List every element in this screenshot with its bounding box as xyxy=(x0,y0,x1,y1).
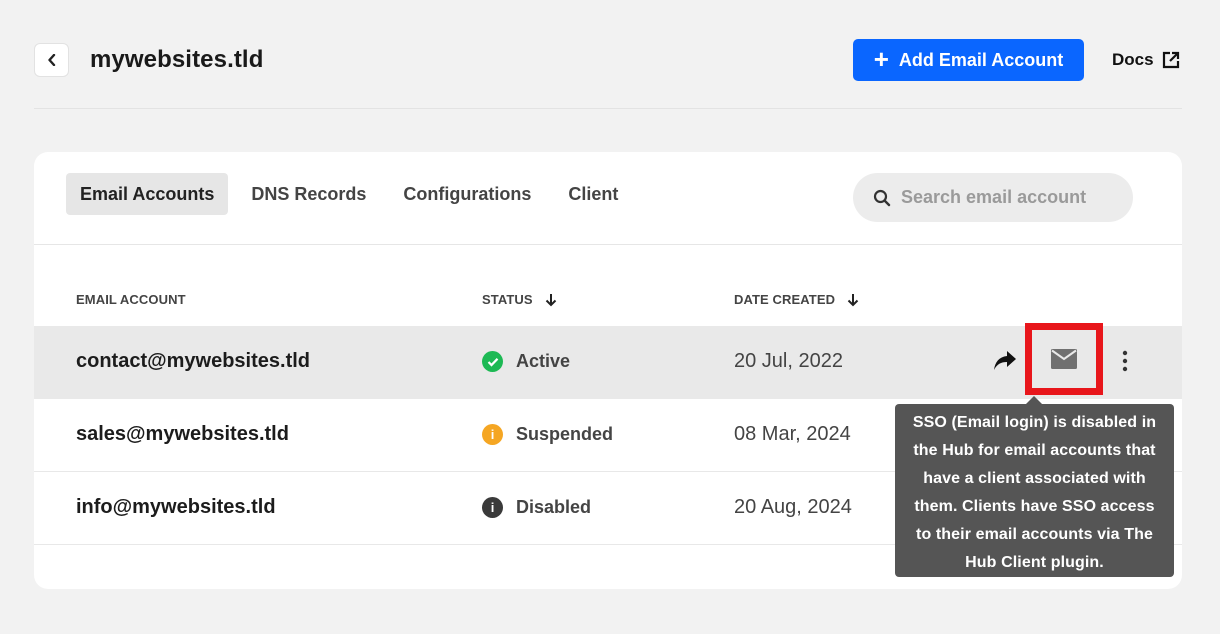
external-link-icon xyxy=(1162,51,1179,69)
table-row[interactable]: contact@mywebsites.tld Active 20 Jul, 20… xyxy=(34,323,1182,399)
tab-bar: Email Accounts DNS Records Configuration… xyxy=(66,173,641,215)
card-divider xyxy=(34,244,1182,245)
status-label: Disabled xyxy=(516,497,592,517)
page-title: mywebsites.tld xyxy=(90,46,264,73)
sort-arrow-down-icon[interactable] xyxy=(545,293,557,307)
status-cell: i Suspended xyxy=(482,424,613,445)
check-circle-icon xyxy=(482,351,503,372)
email-account: info@mywebsites.tld xyxy=(76,496,276,518)
share-arrow-icon[interactable] xyxy=(992,348,1018,377)
search-input[interactable] xyxy=(901,187,1121,208)
plus-icon: + xyxy=(873,43,889,74)
tab-dns-records[interactable]: DNS Records xyxy=(237,173,380,215)
add-email-account-label: Add Email Account xyxy=(898,49,1064,70)
status-label: Suspended xyxy=(516,424,614,444)
date-created: 20 Aug, 2024 xyxy=(734,496,852,518)
header-divider xyxy=(34,108,1182,109)
tab-client[interactable]: Client xyxy=(554,173,632,215)
column-header-date-created[interactable]: DATE CREATED xyxy=(734,292,859,307)
tab-email-accounts[interactable]: Email Accounts xyxy=(66,173,229,215)
chevron-left-icon xyxy=(47,54,55,66)
mail-icon xyxy=(1051,349,1077,369)
search-icon xyxy=(873,189,891,206)
info-circle-icon: i xyxy=(482,497,503,518)
tab-configurations[interactable]: Configurations xyxy=(389,173,545,215)
search-box[interactable] xyxy=(853,173,1133,222)
add-email-account-button[interactable]: + Add Email Account xyxy=(853,39,1084,81)
back-button[interactable] xyxy=(34,43,69,77)
status-cell: Active xyxy=(482,351,570,372)
column-header-status-label: STATUS xyxy=(482,292,533,307)
more-options-icon[interactable] xyxy=(1122,350,1128,377)
column-header-date-label: DATE CREATED xyxy=(734,292,836,307)
info-circle-icon: i xyxy=(482,424,503,445)
docs-label: Docs xyxy=(1112,50,1154,69)
sort-arrow-down-icon[interactable] xyxy=(847,293,859,307)
status-cell: i Disabled xyxy=(482,497,591,518)
docs-link[interactable]: Docs xyxy=(1112,50,1180,70)
page-header: mywebsites.tld + Add Email Account Docs xyxy=(34,36,1182,84)
column-header-email-label: EMAIL ACCOUNT xyxy=(76,292,186,307)
date-created: 08 Mar, 2024 xyxy=(734,423,851,445)
column-header-status[interactable]: STATUS xyxy=(482,292,557,307)
date-created: 20 Jul, 2022 xyxy=(734,350,843,372)
column-header-email: EMAIL ACCOUNT xyxy=(76,292,186,307)
email-account: contact@mywebsites.tld xyxy=(76,350,311,372)
status-label: Active xyxy=(516,351,571,371)
email-login-button[interactable] xyxy=(1025,323,1103,395)
email-account: sales@mywebsites.tld xyxy=(76,423,289,445)
sso-disabled-tooltip: SSO (Email login) is disabled in the Hub… xyxy=(895,396,1174,577)
